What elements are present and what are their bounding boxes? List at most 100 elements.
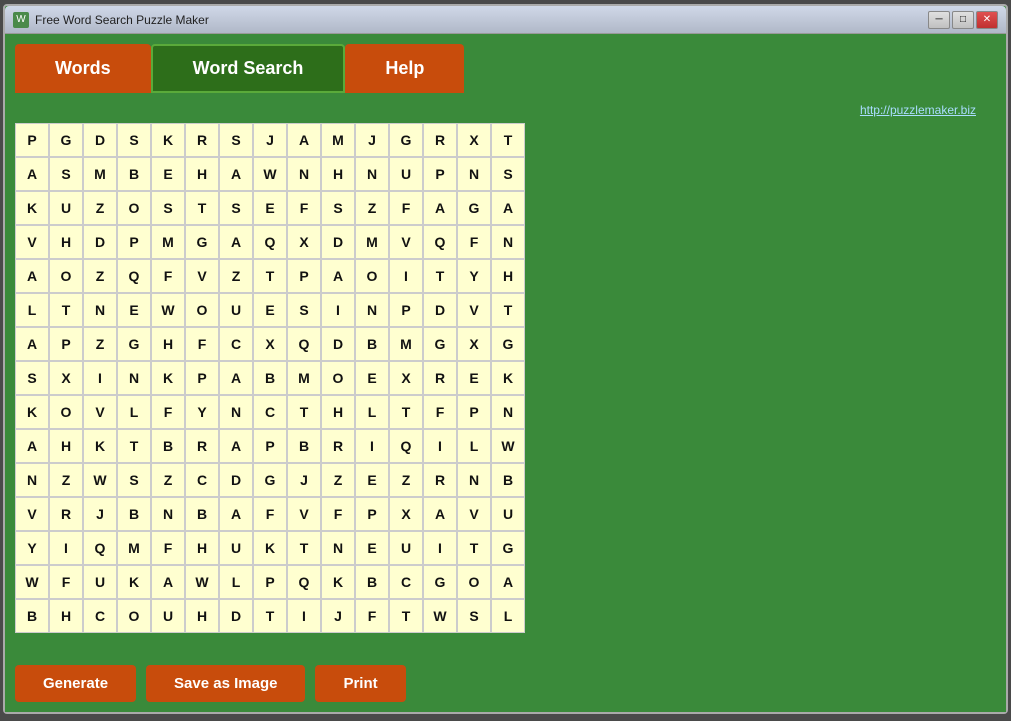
grid-cell: W bbox=[83, 463, 117, 497]
grid-cell: O bbox=[321, 361, 355, 395]
grid-cell: C bbox=[253, 395, 287, 429]
grid-cell: V bbox=[83, 395, 117, 429]
grid-cell: P bbox=[49, 327, 83, 361]
grid-cell: Z bbox=[151, 463, 185, 497]
grid-cell: W bbox=[253, 157, 287, 191]
grid-cell: J bbox=[83, 497, 117, 531]
grid-cell: W bbox=[491, 429, 525, 463]
grid-cell: G bbox=[389, 123, 423, 157]
grid-cell: N bbox=[321, 531, 355, 565]
grid-cell: U bbox=[219, 293, 253, 327]
grid-cell: L bbox=[355, 395, 389, 429]
grid-cell: I bbox=[49, 531, 83, 565]
grid-cell: O bbox=[49, 395, 83, 429]
grid-cell: Z bbox=[83, 259, 117, 293]
grid-cell: H bbox=[49, 429, 83, 463]
grid-cell: S bbox=[321, 191, 355, 225]
tab-word-search[interactable]: Word Search bbox=[151, 44, 346, 93]
grid-cell: G bbox=[49, 123, 83, 157]
maximize-button[interactable]: □ bbox=[952, 11, 974, 29]
grid-cell: X bbox=[457, 327, 491, 361]
grid-cell: Q bbox=[253, 225, 287, 259]
grid-cell: L bbox=[219, 565, 253, 599]
grid-cell: S bbox=[491, 157, 525, 191]
grid-cell: I bbox=[83, 361, 117, 395]
grid-cell: U bbox=[83, 565, 117, 599]
grid-cell: C bbox=[219, 327, 253, 361]
grid-cell: B bbox=[117, 497, 151, 531]
grid-cell: H bbox=[185, 599, 219, 633]
grid-cell: M bbox=[389, 327, 423, 361]
grid-cell: T bbox=[423, 259, 457, 293]
title-bar: W Free Word Search Puzzle Maker ─ □ ✕ bbox=[5, 6, 1006, 34]
tab-words[interactable]: Words bbox=[15, 44, 151, 93]
grid-cell: R bbox=[423, 123, 457, 157]
grid-cell: B bbox=[355, 565, 389, 599]
grid-cell: B bbox=[117, 157, 151, 191]
grid-cell: M bbox=[321, 123, 355, 157]
print-button[interactable]: Print bbox=[315, 665, 405, 702]
grid-cell: U bbox=[491, 497, 525, 531]
grid-cell: H bbox=[321, 395, 355, 429]
grid-cell: Q bbox=[287, 565, 321, 599]
grid-cell: L bbox=[15, 293, 49, 327]
grid-cell: S bbox=[49, 157, 83, 191]
grid-cell: T bbox=[49, 293, 83, 327]
grid-cell: N bbox=[457, 463, 491, 497]
grid-cell: A bbox=[491, 191, 525, 225]
website-link[interactable]: http://puzzlemaker.biz bbox=[860, 103, 976, 117]
grid-cell: T bbox=[457, 531, 491, 565]
grid-cell: B bbox=[151, 429, 185, 463]
grid-cell: F bbox=[151, 259, 185, 293]
grid-cell: K bbox=[117, 565, 151, 599]
grid-cell: Q bbox=[117, 259, 151, 293]
grid-cell: J bbox=[287, 463, 321, 497]
generate-button[interactable]: Generate bbox=[15, 665, 136, 702]
grid-cell: G bbox=[185, 225, 219, 259]
minimize-button[interactable]: ─ bbox=[928, 11, 950, 29]
grid-cell: A bbox=[15, 259, 49, 293]
grid-cell: V bbox=[457, 497, 491, 531]
grid-cell: Z bbox=[83, 327, 117, 361]
close-button[interactable]: ✕ bbox=[976, 11, 998, 29]
save-image-button[interactable]: Save as Image bbox=[146, 665, 305, 702]
grid-cell: D bbox=[83, 123, 117, 157]
grid-cell: H bbox=[185, 157, 219, 191]
grid-cell: V bbox=[287, 497, 321, 531]
grid-cell: G bbox=[423, 327, 457, 361]
grid-cell: U bbox=[389, 157, 423, 191]
grid-cell: G bbox=[457, 191, 491, 225]
grid-cell: N bbox=[355, 293, 389, 327]
grid-cell: K bbox=[321, 565, 355, 599]
grid-cell: E bbox=[151, 157, 185, 191]
grid-cell: E bbox=[253, 191, 287, 225]
grid-cell: T bbox=[185, 191, 219, 225]
grid-cell: A bbox=[219, 225, 253, 259]
tab-help[interactable]: Help bbox=[345, 44, 464, 93]
grid-cell: Z bbox=[321, 463, 355, 497]
grid-cell: D bbox=[219, 463, 253, 497]
grid-cell: N bbox=[219, 395, 253, 429]
grid-cell: P bbox=[457, 395, 491, 429]
grid-cell: E bbox=[457, 361, 491, 395]
grid-cell: G bbox=[117, 327, 151, 361]
grid-cell: C bbox=[389, 565, 423, 599]
grid-cell: N bbox=[491, 225, 525, 259]
grid-cell: Q bbox=[423, 225, 457, 259]
grid-cell: Y bbox=[15, 531, 49, 565]
grid-cell: S bbox=[219, 191, 253, 225]
grid-cell: B bbox=[491, 463, 525, 497]
grid-cell: B bbox=[253, 361, 287, 395]
grid-cell: A bbox=[219, 157, 253, 191]
grid-cell: P bbox=[389, 293, 423, 327]
grid-cell: V bbox=[15, 225, 49, 259]
grid-cell: J bbox=[355, 123, 389, 157]
grid-cell: K bbox=[253, 531, 287, 565]
grid-cell: V bbox=[457, 293, 491, 327]
grid-cell: V bbox=[185, 259, 219, 293]
grid-cell: P bbox=[423, 157, 457, 191]
grid-cell: G bbox=[491, 327, 525, 361]
grid-cell: H bbox=[49, 599, 83, 633]
grid-cell: X bbox=[253, 327, 287, 361]
grid-cell: N bbox=[287, 157, 321, 191]
